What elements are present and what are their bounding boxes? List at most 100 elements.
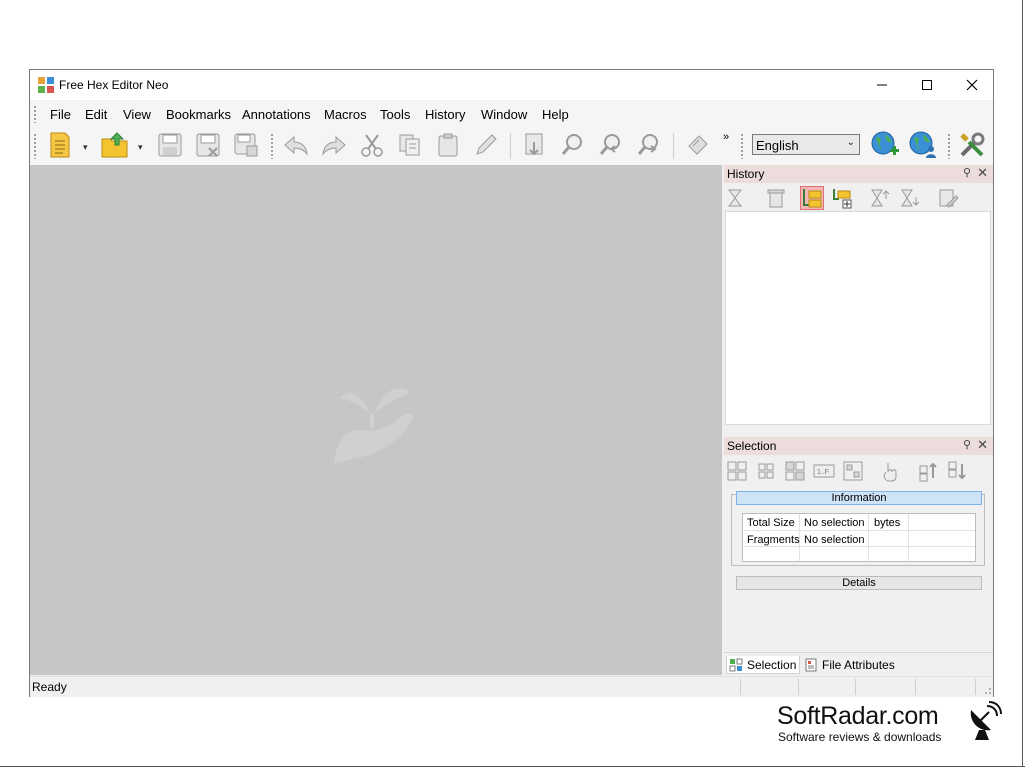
hourglass-down-icon xyxy=(901,189,920,207)
settings-button[interactable] xyxy=(957,130,987,160)
close-icon[interactable]: ✕ xyxy=(977,165,988,181)
search-next-icon xyxy=(637,134,658,155)
selection-panel-header: Selection ⚲ ✕ xyxy=(724,437,993,455)
close-icon[interactable]: ✕ xyxy=(977,437,988,453)
open-file-dropdown-icon[interactable]: ▾ xyxy=(138,142,143,153)
history-clear-button[interactable] xyxy=(764,186,788,210)
toolbar-separator-2 xyxy=(673,133,674,159)
minimize-button[interactable] xyxy=(859,70,905,100)
paste-button[interactable] xyxy=(433,130,463,160)
selection-up-button[interactable] xyxy=(917,459,941,483)
information-table: Total Size No selection bytes Fragments … xyxy=(742,513,976,562)
history-add-branch-button[interactable] xyxy=(830,186,854,210)
editor-workspace[interactable] xyxy=(30,165,722,675)
save-all-icon xyxy=(234,133,258,157)
toolbar-overflow-icon[interactable]: » xyxy=(723,131,729,143)
menu-file[interactable]: File xyxy=(50,107,71,122)
find-previous-button[interactable] xyxy=(596,130,626,160)
grid-fragments-icon xyxy=(843,461,863,481)
history-down-button[interactable] xyxy=(898,186,922,210)
total-size-value: No selection xyxy=(804,517,865,529)
trash-icon xyxy=(767,189,785,208)
table-row-divider xyxy=(743,546,975,547)
status-text: Ready xyxy=(32,680,67,694)
select-all-button[interactable] xyxy=(725,459,749,483)
history-up-button[interactable] xyxy=(868,186,892,210)
information-header[interactable]: Information xyxy=(736,491,982,505)
online-update-button[interactable] xyxy=(870,130,900,160)
menu-annotations[interactable]: Annotations xyxy=(242,107,311,122)
menu-macros[interactable]: Macros xyxy=(324,107,367,122)
history-panel-title: History xyxy=(727,167,765,181)
redo-button[interactable] xyxy=(319,130,349,160)
find-file-button[interactable] xyxy=(520,130,550,160)
history-step-button[interactable] xyxy=(724,186,748,210)
new-file-dropdown-icon[interactable]: ▾ xyxy=(83,142,88,153)
select-invert-button[interactable] xyxy=(783,459,807,483)
menu-bookmarks[interactable]: Bookmarks xyxy=(166,107,231,122)
menu-history[interactable]: History xyxy=(425,107,465,122)
panel-tab-strip: Selection File Attributes xyxy=(724,652,993,677)
chevron-down-icon: ⌄ xyxy=(846,137,855,148)
tab-file-attributes[interactable]: File Attributes xyxy=(804,656,914,674)
status-divider xyxy=(915,679,916,695)
menu-bar: File Edit View Bookmarks Annotations Mac… xyxy=(30,101,993,127)
select-fragments-button[interactable] xyxy=(841,459,865,483)
resize-grip-icon[interactable] xyxy=(982,685,992,695)
save-button[interactable] xyxy=(155,130,185,160)
pin-icon[interactable]: ⚲ xyxy=(963,438,971,451)
redo-icon xyxy=(322,135,346,156)
online-account-button[interactable] xyxy=(908,130,938,160)
menu-edit[interactable]: Edit xyxy=(85,107,107,122)
folder-tree-icon xyxy=(803,189,822,208)
selection-tab-icon xyxy=(729,658,743,671)
history-list[interactable] xyxy=(725,211,991,425)
status-divider xyxy=(798,679,799,695)
search-icon xyxy=(561,134,582,155)
menu-tools[interactable]: Tools xyxy=(380,107,410,122)
history-tree-button[interactable] xyxy=(800,186,824,210)
history-edit-button[interactable] xyxy=(936,186,960,210)
select-range-button[interactable]: 1..F xyxy=(812,459,836,483)
grid-up-icon xyxy=(919,462,937,482)
toolbar-grip-3[interactable] xyxy=(740,133,744,159)
menu-help[interactable]: Help xyxy=(542,107,569,122)
menu-window[interactable]: Window xyxy=(481,107,527,122)
app-window: Free Hex Editor Neo File Edit View Bookm… xyxy=(29,69,994,697)
selection-panel-title: Selection xyxy=(727,439,777,453)
svg-text:1..F: 1..F xyxy=(817,469,829,476)
tab-file-attributes-label: File Attributes xyxy=(822,658,895,672)
copy-button[interactable] xyxy=(395,130,425,160)
select-block-button[interactable] xyxy=(754,459,778,483)
toolbar-grip[interactable] xyxy=(33,133,37,159)
fill-button[interactable] xyxy=(683,130,713,160)
details-header[interactable]: Details xyxy=(736,576,982,590)
selection-down-button[interactable] xyxy=(946,459,970,483)
status-divider xyxy=(740,679,741,695)
menu-view[interactable]: View xyxy=(123,107,151,122)
window-title: Free Hex Editor Neo xyxy=(59,78,169,92)
new-file-icon xyxy=(50,132,70,158)
cut-button[interactable] xyxy=(357,130,387,160)
toolbar-grip-2[interactable] xyxy=(270,133,274,159)
undo-icon xyxy=(284,135,308,156)
save-as-button[interactable] xyxy=(193,130,223,160)
open-file-button[interactable] xyxy=(100,130,130,160)
undo-button[interactable] xyxy=(281,130,311,160)
hourglass-icon xyxy=(728,189,742,207)
maximize-button[interactable] xyxy=(904,70,950,100)
find-next-button[interactable] xyxy=(634,130,664,160)
pin-icon[interactable]: ⚲ xyxy=(963,166,971,179)
save-all-button[interactable] xyxy=(231,130,261,160)
select-hand-button[interactable] xyxy=(879,459,903,483)
menubar-grip[interactable] xyxy=(33,105,37,123)
edit-button[interactable] xyxy=(471,130,501,160)
folder-add-icon xyxy=(833,189,852,209)
language-select[interactable]: English ⌄ xyxy=(752,134,860,155)
sprout-hand-logo-icon xyxy=(334,388,413,463)
close-button[interactable] xyxy=(949,70,995,100)
tab-selection[interactable]: Selection xyxy=(726,656,800,674)
find-button[interactable] xyxy=(558,130,588,160)
toolbar-grip-4[interactable] xyxy=(947,133,951,159)
new-file-button[interactable] xyxy=(45,130,75,160)
